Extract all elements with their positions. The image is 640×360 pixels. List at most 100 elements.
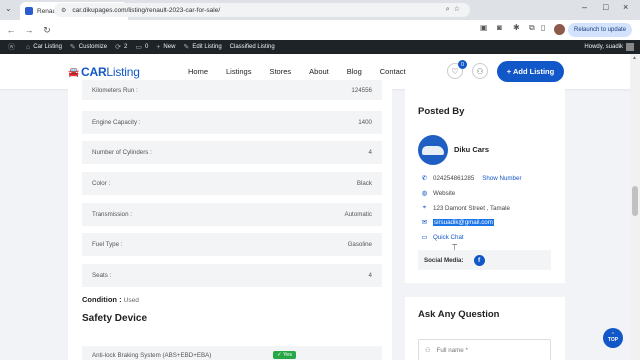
spec-row: Fuel Type : Gasoline (82, 233, 382, 256)
address-line: ⌖ 123 Damont Street , Tamale (420, 204, 510, 212)
safety-row: Anti-lock Braking System (ABS+EBD+EBA) ✓… (82, 346, 382, 360)
main-nav: Home Listings Stores About Blog Contact (188, 67, 424, 76)
spec-row: Transmission : Automatic (82, 203, 382, 226)
condition-line: Condition : Used (82, 295, 139, 304)
quick-chat-link[interactable]: Quick Chat (433, 234, 464, 241)
reload-icon[interactable]: ↻ (40, 25, 54, 36)
spec-label: Seats : (92, 272, 112, 279)
dealer-avatar[interactable] (418, 135, 448, 165)
spec-row: Seats : 4 (82, 264, 382, 287)
extension-icon[interactable]: ▣ (480, 23, 488, 32)
wp-item-label: Car Listing (33, 44, 62, 50)
top-label: TOP (607, 337, 619, 343)
bookmark-star-icon[interactable]: ⌕☆ (446, 5, 464, 14)
show-number-link[interactable]: Show Number (482, 175, 521, 182)
scrollbar-thumb[interactable] (632, 186, 638, 216)
address-bar[interactable]: ⚙ car.dikupages.com/listing/renault-2023… (54, 3, 470, 17)
email-link[interactable]: sirsuadik@gmail.com (433, 218, 494, 226)
spec-label: Number of Cylinders : (92, 149, 152, 156)
nav-listings[interactable]: Listings (226, 67, 251, 76)
spec-value: 4 (368, 149, 372, 156)
account-button[interactable]: ⚇ (472, 63, 488, 79)
wp-site-name-item[interactable]: ⌂ Car Listing (26, 44, 62, 51)
full-name-placeholder: Full name * (436, 346, 468, 354)
spec-value: Automatic (344, 211, 372, 218)
logo-bold-text: CAR (81, 65, 107, 79)
nav-about[interactable]: About (309, 67, 329, 76)
wp-edit-item[interactable]: ✎ Edit Listing (183, 43, 221, 51)
spec-label: Transmission : (92, 211, 132, 218)
user-avatar (626, 43, 634, 51)
wp-classified-item[interactable]: Classified Listing (230, 44, 275, 50)
map-pin-icon: ⌖ (422, 204, 427, 211)
spec-value: 124556 (351, 86, 372, 94)
wp-comments-item[interactable]: ▭ 0 (135, 43, 148, 51)
camera-extension-icon[interactable]: ◙ (497, 23, 502, 32)
safety-heading: Safety Device (82, 313, 148, 324)
safety-label: Anti-lock Braking System (ABS+EBD+EBA) (92, 351, 212, 359)
spec-value: 4 (368, 272, 372, 279)
back-to-top-button[interactable]: ⌃ TOP (603, 328, 623, 348)
scroll-up-arrow-icon[interactable]: ▲ (632, 55, 637, 61)
back-icon[interactable]: ← (4, 25, 18, 35)
wp-item-label: 0 (144, 44, 149, 50)
wp-item-label: Classified Listing (229, 44, 275, 50)
spec-row: Color : Black (82, 172, 382, 195)
nav-blog[interactable]: Blog (347, 67, 362, 76)
wp-customize-item[interactable]: ✎ Customize (70, 43, 107, 51)
puzzle-extension-icon[interactable]: ✱ (513, 23, 520, 32)
email-line: ✉ sirsuadik@gmail.com (420, 218, 494, 226)
nav-home[interactable]: Home (188, 67, 208, 76)
car-image-icon (422, 145, 444, 155)
wp-updates-item[interactable]: ⟳ 2 (115, 43, 127, 51)
full-name-input[interactable]: ⚇ Full name * (418, 339, 551, 360)
wp-account-item[interactable]: Howdy, suadik (584, 43, 634, 51)
heart-icon: ♡ (451, 66, 459, 76)
close-window-button[interactable]: × (623, 2, 628, 12)
phone-line: ✆ 024254861285 Show Number (420, 174, 522, 183)
wp-new-item[interactable]: + New (156, 44, 175, 51)
phone-number: 024254861285 (433, 174, 475, 182)
spec-label: Fuel Type : (92, 241, 123, 248)
condition-value: Used (123, 297, 139, 304)
site-favicon-icon (25, 7, 33, 15)
profile-avatar[interactable] (554, 24, 565, 35)
spec-row: Engine Capacity : 1400 (82, 111, 382, 134)
maximize-button[interactable]: □ (603, 2, 608, 12)
minimize-button[interactable]: – (582, 2, 587, 12)
spec-label: Kilometers Run : (92, 86, 138, 94)
wp-logo-item[interactable]: ⓦ (8, 42, 18, 52)
dealer-name[interactable]: Diku Cars (454, 145, 489, 154)
nav-stores[interactable]: Stores (269, 67, 291, 76)
spec-row: Kilometers Run : 124556 (82, 80, 382, 100)
spec-value: 1400 (358, 119, 372, 126)
pencil-icon: ✎ (183, 44, 190, 51)
logo-rest-text: Listing (106, 65, 140, 79)
user-icon: ⚇ (425, 346, 431, 354)
spec-value: Gasoline (347, 241, 372, 248)
social-media-label: Social Media: (424, 256, 464, 264)
website-line: ◍ Website (420, 189, 456, 198)
website-link[interactable]: Website (433, 190, 455, 197)
tab-search-icon[interactable]: ⌄ (5, 4, 12, 13)
car-logo-icon: 🚘 (68, 66, 80, 77)
condition-label: Condition : (82, 295, 122, 304)
side-panel-icon[interactable]: ▯ (541, 23, 545, 32)
spec-label: Engine Capacity : (92, 119, 141, 126)
favorites-count-badge: 0 (458, 60, 467, 69)
user-icon: ⚇ (476, 66, 484, 76)
social-media-box: Social Media: f (418, 250, 551, 270)
nav-contact[interactable]: Contact (380, 67, 406, 76)
comment-icon: ▭ (135, 44, 142, 51)
extensions-menu-icon[interactable]: ⧉ (529, 23, 535, 33)
wp-item-label: 2 (124, 44, 128, 50)
site-logo[interactable]: 🚘 CAR Listing (68, 65, 140, 79)
relaunch-button[interactable]: Relaunch to update (568, 23, 633, 37)
home-icon: ⌂ (26, 43, 31, 51)
favorites-button[interactable]: ♡ 0 (447, 60, 467, 79)
forward-icon[interactable]: → (22, 25, 36, 35)
envelope-icon: ✉ (421, 219, 428, 226)
site-info-icon[interactable]: ⚙ (61, 7, 66, 14)
facebook-icon[interactable]: f (473, 254, 485, 266)
add-listing-button[interactable]: + Add Listing (497, 61, 564, 82)
